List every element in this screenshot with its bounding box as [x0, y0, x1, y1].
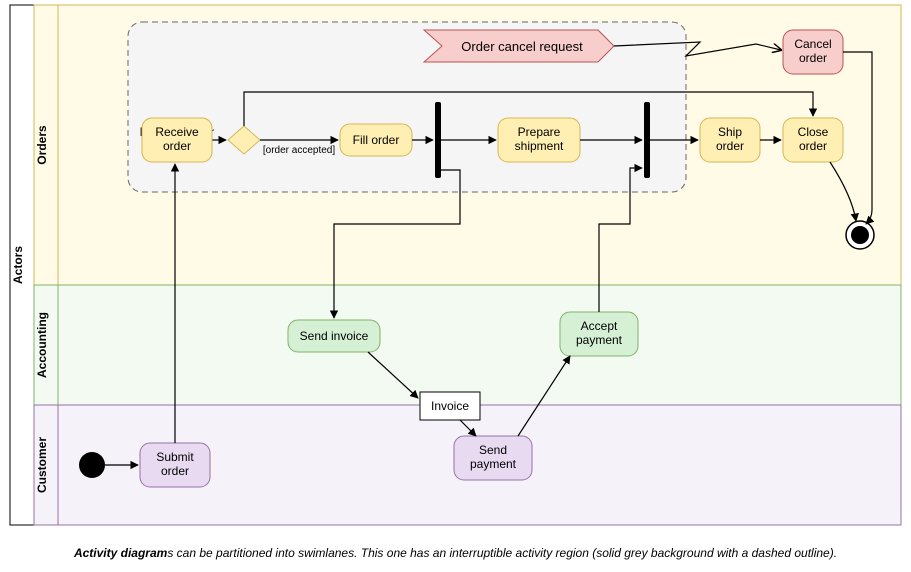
- lane-body-accounting: [58, 285, 901, 405]
- svg-text:Prepare: Prepare: [518, 125, 561, 139]
- svg-text:Close: Close: [798, 125, 829, 139]
- caption-bold: Activity diagram: [74, 546, 167, 560]
- svg-text:shipment: shipment: [515, 139, 564, 153]
- svg-text:Ship: Ship: [718, 125, 742, 139]
- svg-text:order: order: [799, 51, 827, 65]
- lane-label-orders: Orders: [35, 125, 49, 165]
- activity-fill-order: Fill order: [340, 124, 412, 156]
- lane-label-customer: Customer: [35, 437, 49, 493]
- edge-guard: [order accepted]: [263, 145, 335, 156]
- svg-text:order: order: [799, 139, 827, 153]
- svg-text:Submit: Submit: [156, 450, 194, 464]
- svg-text:order: order: [161, 464, 189, 478]
- caption: Activity diagrams can be partitioned int…: [0, 540, 911, 572]
- svg-text:payment: payment: [576, 333, 623, 347]
- svg-text:payment: payment: [470, 457, 517, 471]
- object-invoice: Invoice: [420, 392, 480, 420]
- svg-text:Receive: Receive: [155, 125, 199, 139]
- activity-diagram: Actors Orders Accounting Customer Receiv…: [0, 0, 911, 540]
- caption-rest: s can be partitioned into swimlanes. Thi…: [167, 546, 837, 560]
- final-node: [846, 221, 874, 249]
- lane-label-accounting: Accounting: [35, 312, 49, 378]
- svg-text:Send: Send: [479, 443, 507, 457]
- activity-send-invoice: Send invoice: [288, 320, 380, 352]
- signal-cancel-request: Order cancel request: [424, 30, 614, 62]
- svg-text:order: order: [163, 139, 191, 153]
- svg-text:order: order: [716, 139, 744, 153]
- activity-label: Send invoice: [300, 329, 369, 343]
- svg-text:Cancel: Cancel: [794, 37, 831, 51]
- initial-node: [79, 452, 105, 478]
- activity-label: Fill order: [353, 133, 400, 147]
- object-label: Invoice: [431, 399, 469, 413]
- swimlane-group-label: Actors: [11, 246, 25, 284]
- signal-label: Order cancel request: [461, 39, 583, 54]
- join-bar: [644, 102, 650, 178]
- svg-text:Accept: Accept: [581, 319, 618, 333]
- fork-bar: [435, 102, 441, 178]
